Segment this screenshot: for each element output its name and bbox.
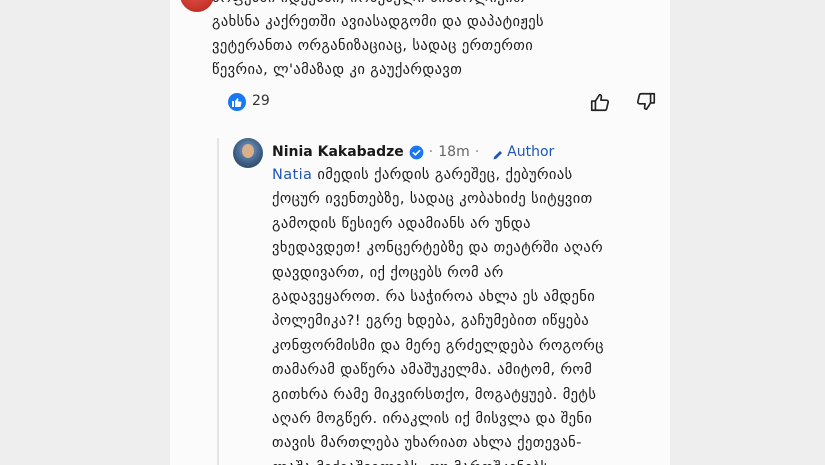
reply-text: Natia იმედის ქარდის გარეშეც, ქებურიას ქო… xyxy=(272,163,667,465)
like-reaction-icon[interactable] xyxy=(228,93,246,111)
screenshot-frame: სოფებში იდეებში, იოსებული სიმბოლიკით გახს… xyxy=(0,0,825,465)
reply-line: პოლემიკა?! ეგრე ხდება, გაჩუმებით იწყება xyxy=(272,313,590,330)
reply-line: აღარ მოგწერ. ირაკლის იქ მისვლა და შენი xyxy=(272,411,593,428)
like-count: 29 xyxy=(252,93,270,109)
reply-header: Ninia Kakabadze · 18m · Author xyxy=(272,141,554,163)
reply-line: ვხედავდეთ! კონცერტებზე და თეატრში აღარ xyxy=(272,240,604,257)
reply-first-line: Natia იმედის ქარდის გარეშეც, ქებურიას xyxy=(272,163,667,187)
previous-comment-line: გახსნა კაქრეთში ავიასადგომი და დაპატიჟეს xyxy=(212,14,545,30)
previous-comment-line: წევრია, ლ'ამაზად კი გაუქარდავთ xyxy=(212,62,463,78)
author-tag: Author xyxy=(507,144,555,160)
mention-link[interactable]: Natia xyxy=(272,167,312,183)
reply-line: დავდივართ, იქ ქოცებს რომ არ xyxy=(272,264,504,281)
reply-line: გადავეყაროთ. რა საჭიროა ახლა ეს ამდენი xyxy=(272,289,596,306)
previous-comment-text: სოფებში იდეებში, იოსებული სიმბოლიკით გახს… xyxy=(212,0,632,82)
comment-time[interactable]: 18m xyxy=(438,144,469,160)
author-name[interactable]: Ninia Kakabadze xyxy=(272,144,404,160)
verified-badge-icon xyxy=(409,145,424,160)
reply-line: ლაშა მიქიაშვილებს, თუ მაროშკინებს. xyxy=(272,456,667,465)
reply-line: კონფორმისმი და მერე გრძელდება როგორც xyxy=(272,337,604,354)
author-avatar[interactable] xyxy=(233,138,263,168)
separator-dot: · xyxy=(428,144,434,160)
previous-comment-actions: 29 xyxy=(212,91,656,115)
reply-line: თამარამ დაწერა ამაშუკელმა. ამიტომ, რომ xyxy=(272,362,593,379)
reply-line: გითხრა რამე მიკვირსთქო, მოგატყუებ. მეტს xyxy=(272,386,597,403)
previous-comment-line: სოფებში იდეებში, იოსებული სიმბოლიკით xyxy=(212,0,632,10)
pencil-icon xyxy=(492,146,504,160)
previous-comment-line: ვეტერანთა ორგანიზაციაც, სადაც ერთერთი xyxy=(212,38,534,54)
reply-line: ქოცურ ივენთებზე, სადაც კობახიძე სიტყვით xyxy=(272,191,593,208)
thumbs-up-icon[interactable] xyxy=(589,91,611,113)
reply-line: თავის მართლება უხარიათ ახლა ქეთევან- xyxy=(272,435,582,452)
thumbs-down-icon[interactable] xyxy=(635,91,657,113)
separator-dot: · xyxy=(474,144,480,160)
reply-line: გამოდის წესიერ ადამიანს არ უნდა xyxy=(272,215,531,232)
reply-thread-line xyxy=(217,138,219,465)
reply-lines: ქოცურ ივენთებზე, სადაც კობახიძე სიტყვით გ… xyxy=(272,187,667,465)
comment-thread-panel: სოფებში იდეებში, იოსებული სიმბოლიკით გახს… xyxy=(170,0,670,465)
reply-first-line-text: იმედის ქარდის გარეშეც, ქებურიას xyxy=(312,167,573,183)
previous-commenter-avatar[interactable] xyxy=(180,0,214,12)
